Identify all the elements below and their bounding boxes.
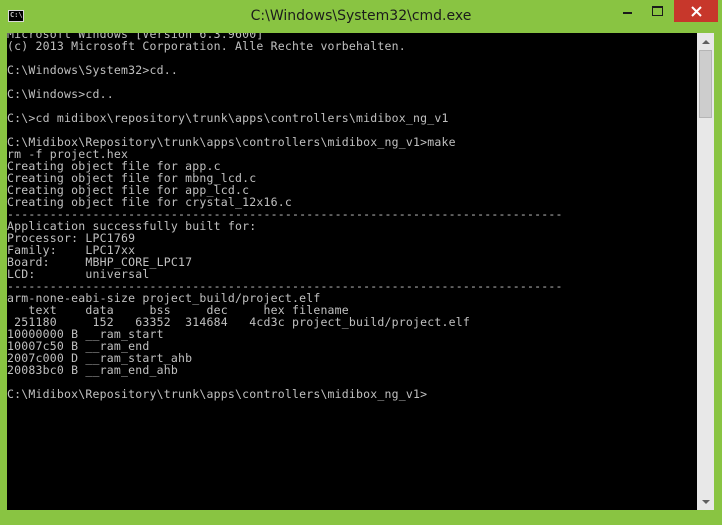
scroll-up-button[interactable] (697, 33, 714, 50)
console-line: C:\Midibox\Repository\trunk\apps\control… (7, 387, 428, 401)
minimize-icon (622, 12, 632, 14)
scroll-down-button[interactable] (697, 493, 714, 510)
scrollbar-thumb[interactable] (699, 50, 712, 118)
console-line: C:\Windows>cd.. (7, 87, 114, 101)
console-line: C:\>cd midibox\repository\trunk\apps\con… (7, 111, 449, 125)
maximize-icon (651, 6, 663, 16)
console-line: 20083bc0 B __ram_end_ahb (7, 363, 178, 377)
console-line: (c) 2013 Microsoft Corporation. Alle Rec… (7, 39, 406, 53)
console-line: C:\Windows\System32>cd.. (7, 63, 178, 77)
cmd-window: C:\ C:\Windows\System32\cmd.exe Microsof… (0, 0, 722, 525)
title-bar[interactable]: C:\ C:\Windows\System32\cmd.exe (0, 0, 722, 33)
scroll-up-icon (701, 39, 710, 44)
scroll-down-icon (701, 499, 710, 504)
vertical-scrollbar[interactable] (697, 33, 714, 510)
console-text: Microsoft Windows [Version 6.3.9600] (c)… (7, 33, 563, 400)
close-icon (690, 5, 702, 17)
maximize-button[interactable] (642, 0, 672, 22)
minimize-button[interactable] (612, 0, 642, 22)
close-button[interactable] (674, 0, 718, 22)
console-output[interactable]: Microsoft Windows [Version 6.3.9600] (c)… (7, 33, 697, 510)
